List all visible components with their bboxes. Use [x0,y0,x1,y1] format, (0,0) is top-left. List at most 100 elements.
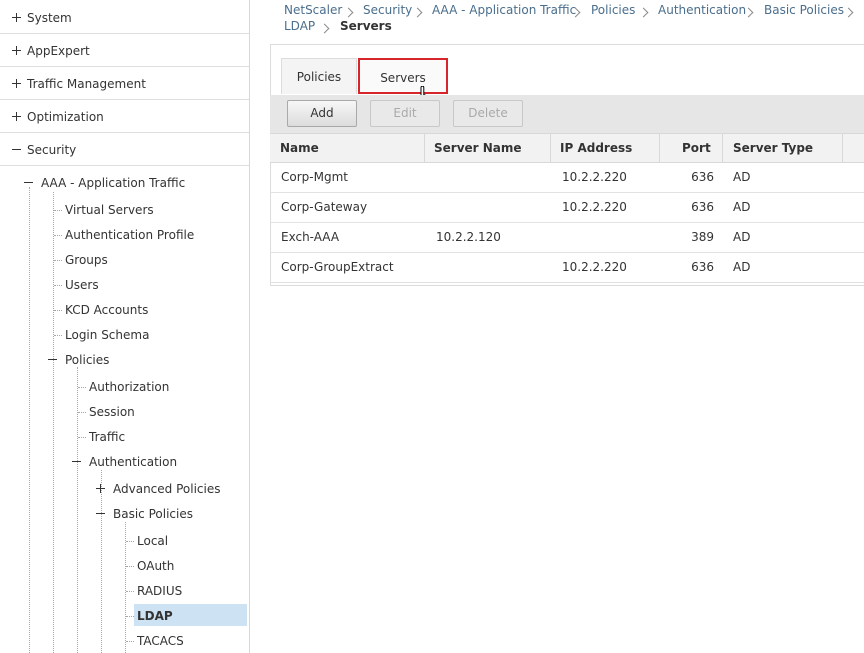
cell-server-name: 10.2.2.120 [436,230,501,244]
collapse-icon[interactable] [96,509,105,518]
cell-server-type: AD [733,230,751,244]
column-divider[interactable] [659,134,660,162]
cell-name: Corp-Mgmt [281,170,348,184]
table-header: Name Server Name IP Address Port Server … [270,133,864,163]
column-divider[interactable] [550,134,551,162]
cell-ip-address: 10.2.2.220 [562,200,627,214]
tab-servers[interactable]: Servers [358,58,448,94]
tree-branch-line [78,412,86,413]
cell-port: 636 [691,260,714,274]
tree-branch-line [78,387,86,388]
nav-item-label: System [27,11,72,25]
tree-branch-line [126,541,134,542]
cell-ip-address: 10.2.2.220 [562,170,627,184]
nav-item-label: AppExpert [27,44,90,58]
chevron-right-icon [638,7,649,18]
collapse-icon[interactable] [24,178,33,187]
breadcrumb-link[interactable]: AAA - Application Traffic [432,3,576,17]
cell-server-type: AD [733,170,751,184]
nav-item-policies[interactable]: Policies [65,353,109,367]
cell-port: 636 [691,170,714,184]
nav-item-authorization[interactable]: Authorization [89,380,169,394]
column-divider[interactable] [424,134,425,162]
nav-item-aaa-application-traffic[interactable]: AAA - Application Traffic [41,176,185,190]
nav-item-label: Security [27,143,77,157]
expand-icon[interactable] [96,484,105,493]
nav-item-tacacs[interactable]: TACACS [137,634,184,648]
nav-item-kcd-accounts[interactable]: KCD Accounts [65,303,148,317]
column-divider[interactable] [842,134,843,162]
table-row[interactable]: Corp-GroupExtract 10.2.2.220 636 AD [270,253,864,283]
breadcrumb-link[interactable]: Basic Policies [764,3,844,17]
nav-item-session[interactable]: Session [89,405,135,419]
nav-item-security[interactable]: Security [0,134,249,166]
nav-item-system[interactable]: System [0,2,249,34]
nav-item-label: Traffic Management [27,77,146,91]
tree-branch-line [54,210,62,211]
breadcrumb-link[interactable]: Security [363,3,412,17]
cell-port: 636 [691,200,714,214]
nav-item-appexpert[interactable]: AppExpert [0,35,249,67]
tree-guide-line [53,192,54,653]
chevron-right-icon [843,7,854,18]
tree-guide-line [101,470,102,653]
tree-branch-line [54,235,62,236]
expand-icon[interactable] [12,112,21,121]
tree-branch-line [54,335,62,336]
nav-item-local[interactable]: Local [137,534,168,548]
breadcrumb: NetScaler Security AAA - Application Tra… [270,0,864,38]
column-header-port[interactable]: Port [682,134,711,162]
tree-branch-line [54,310,62,311]
nav-item-optimization[interactable]: Optimization [0,101,249,133]
cell-server-type: AD [733,260,751,274]
chevron-right-icon [343,7,354,18]
collapse-icon[interactable] [72,457,81,466]
add-button[interactable]: Add [287,100,357,127]
delete-button[interactable]: Delete [453,100,523,127]
cell-name: Exch-AAA [281,230,340,244]
tree-guide-line [29,187,30,653]
breadcrumb-link[interactable]: Authentication [658,3,746,17]
nav-item-login-schema[interactable]: Login Schema [65,328,149,342]
chevron-right-icon [319,23,330,34]
table-row[interactable]: Exch-AAA 10.2.2.120 389 AD [270,223,864,253]
nav-item-traffic-management[interactable]: Traffic Management [0,68,249,100]
column-divider[interactable] [722,134,723,162]
nav-item-basic-policies[interactable]: Basic Policies [113,507,193,521]
expand-icon[interactable] [12,79,21,88]
nav-item-groups[interactable]: Groups [65,253,108,267]
nav-item-virtual-servers[interactable]: Virtual Servers [65,203,154,217]
column-header-ip-address[interactable]: IP Address [560,134,632,162]
column-header-name[interactable]: Name [280,134,319,162]
collapse-icon[interactable] [12,145,21,154]
breadcrumb-link[interactable]: NetScaler [284,3,342,17]
expand-icon[interactable] [12,13,21,22]
tab-policies[interactable]: Policies [281,58,357,94]
nav-item-advanced-policies[interactable]: Advanced Policies [113,482,220,496]
cell-port: 389 [691,230,714,244]
breadcrumb-current: Servers [340,19,392,33]
nav-item-radius[interactable]: RADIUS [137,584,182,598]
nav-item-ldap[interactable]: LDAP [137,609,173,623]
collapse-icon[interactable] [48,355,57,364]
nav-item-oauth[interactable]: OAuth [137,559,174,573]
tree-branch-line [54,285,62,286]
breadcrumb-link[interactable]: LDAP [284,19,315,33]
expand-icon[interactable] [12,46,21,55]
tree-branch-line [126,591,134,592]
tree-branch-line [126,566,134,567]
nav-item-traffic[interactable]: Traffic [89,430,125,444]
nav-item-users[interactable]: Users [65,278,99,292]
column-header-server-type[interactable]: Server Type [733,134,813,162]
toolbar [270,95,864,133]
edit-button[interactable]: Edit [370,100,440,127]
breadcrumb-link[interactable]: Policies [591,3,635,17]
tree-branch-line [54,260,62,261]
cell-name: Corp-GroupExtract [281,260,394,274]
nav-item-authentication-profile[interactable]: Authentication Profile [65,228,194,242]
column-header-server-name[interactable]: Server Name [434,134,522,162]
table-row[interactable]: Corp-Gateway 10.2.2.220 636 AD [270,193,864,223]
nav-item-authentication[interactable]: Authentication [89,455,177,469]
table-row[interactable]: Corp-Mgmt 10.2.2.220 636 AD [270,163,864,193]
cell-name: Corp-Gateway [281,200,368,214]
